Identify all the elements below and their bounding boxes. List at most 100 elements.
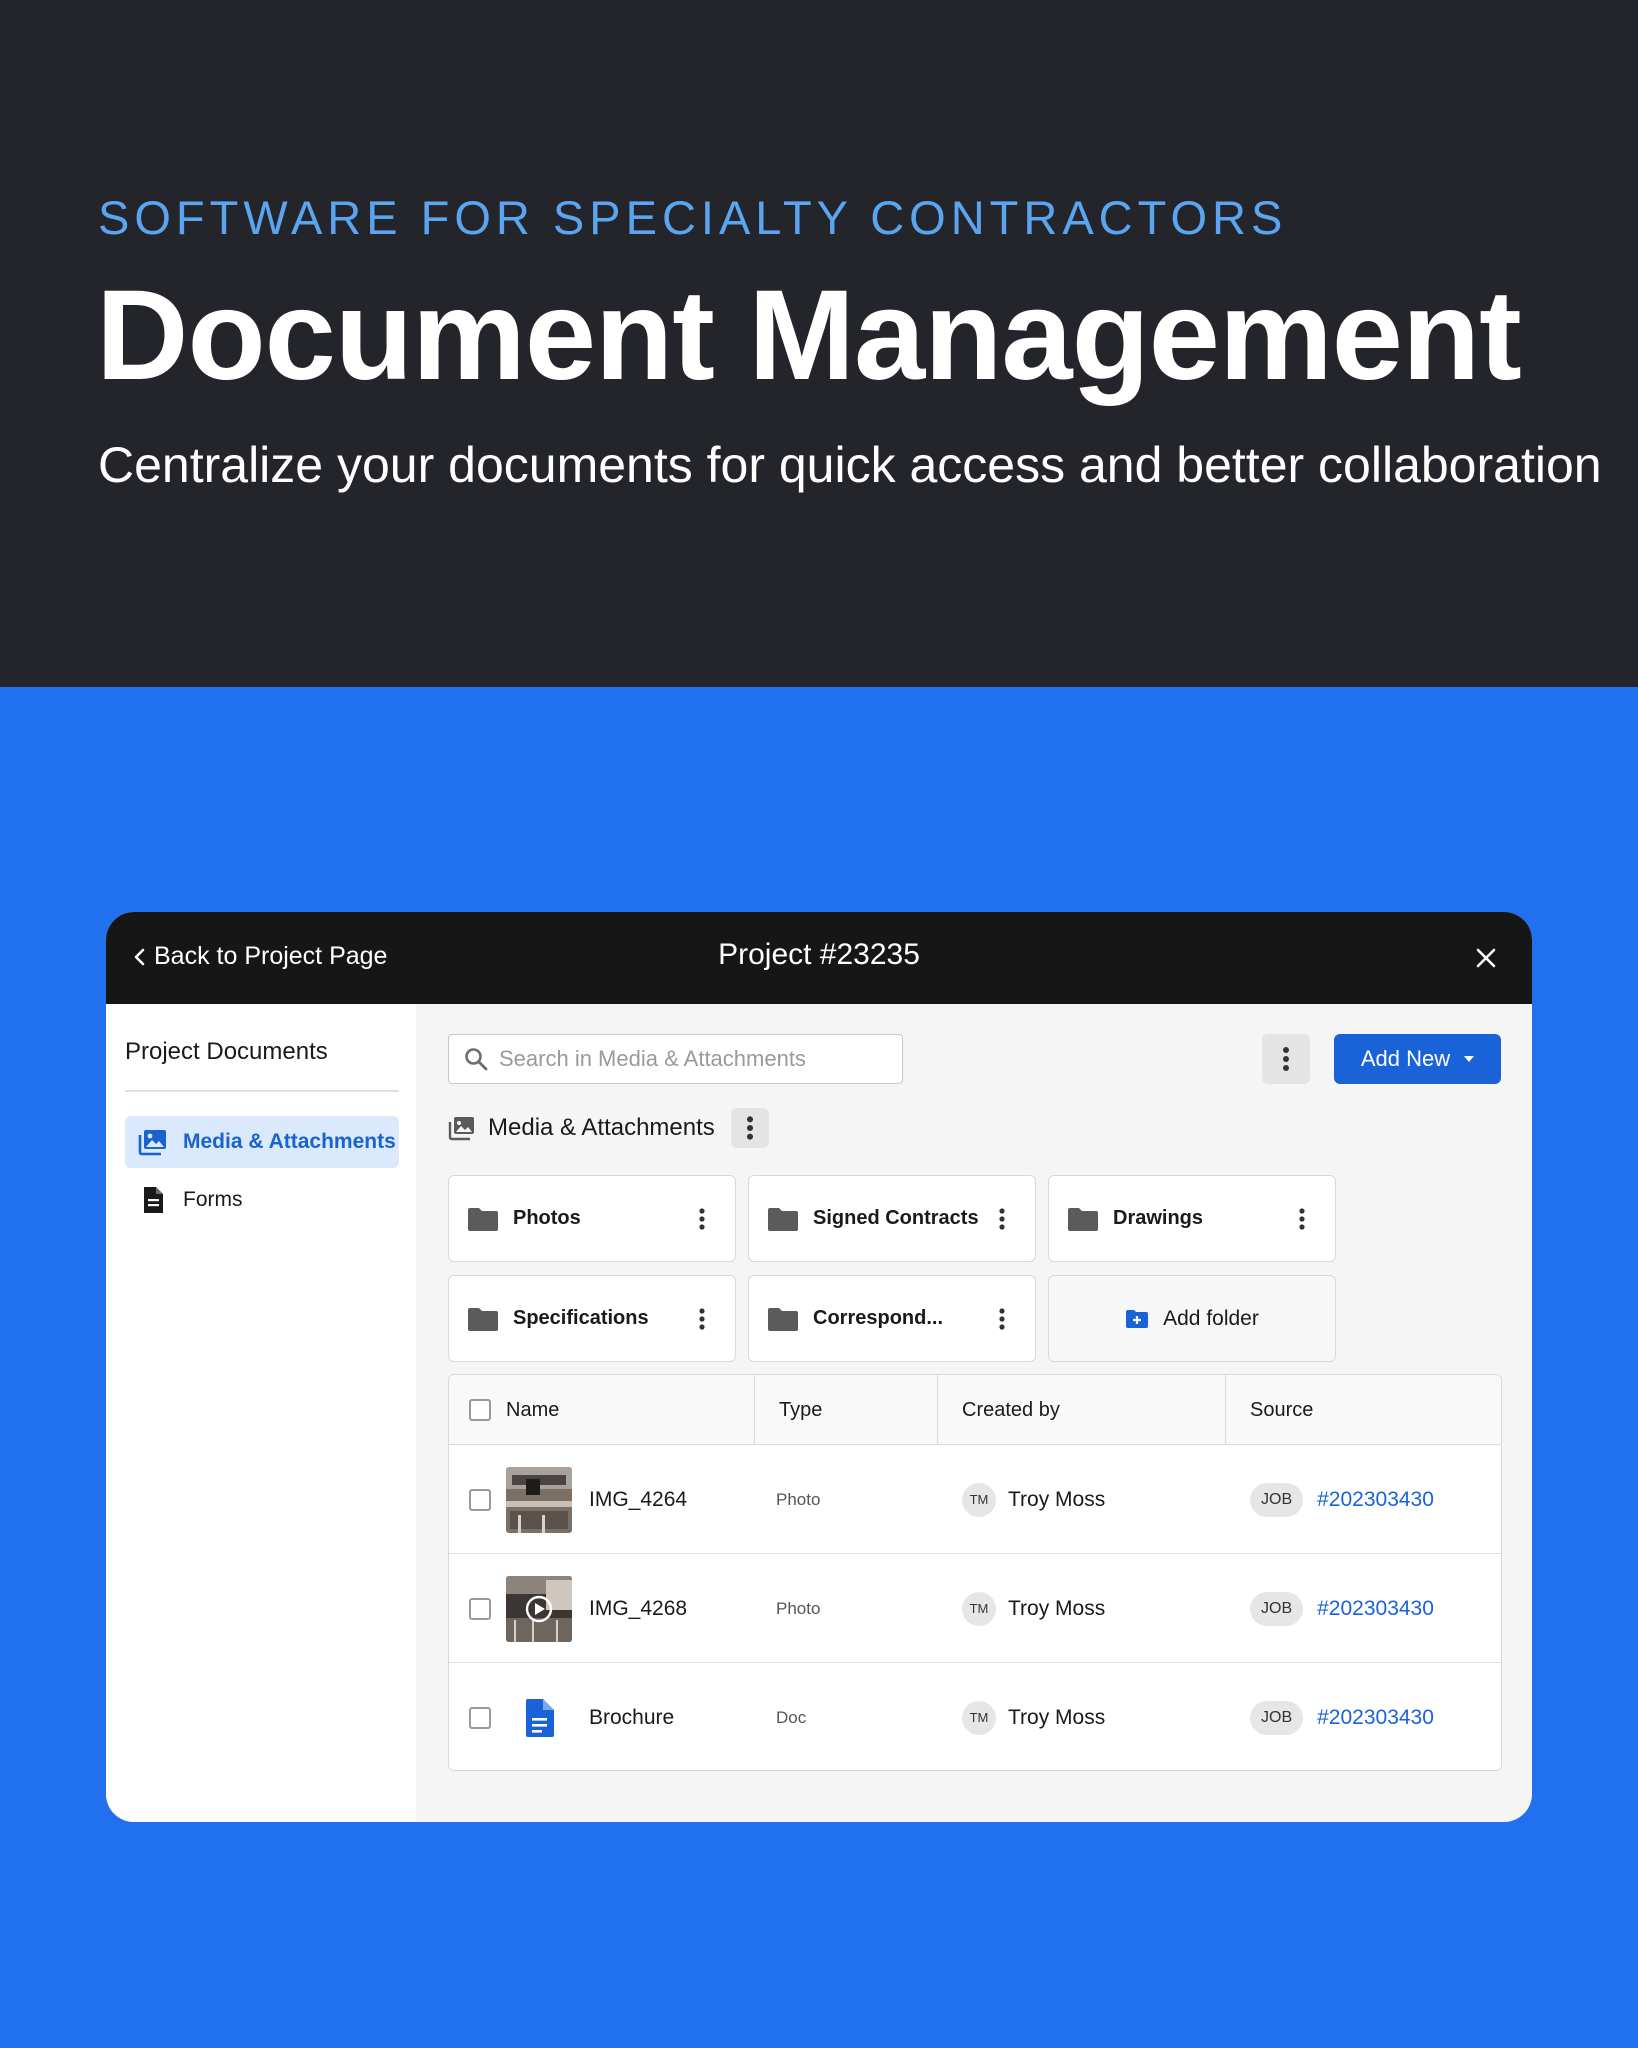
file-name[interactable]: IMG_4268 <box>589 1597 687 1621</box>
video-thumbnail <box>506 1575 572 1642</box>
file-type: Photo <box>776 1489 821 1509</box>
search-box <box>448 1034 903 1084</box>
folder-card[interactable]: Photos <box>448 1175 736 1262</box>
kebab-menu-icon <box>999 1207 1005 1230</box>
file-name[interactable]: IMG_4264 <box>589 1488 687 1512</box>
thumbnail-cell <box>506 1663 572 1770</box>
source-cell: JOB #202303430 <box>1250 1445 1434 1554</box>
file-type-cell: Photo <box>776 1445 820 1554</box>
column-header-source[interactable]: Source <box>1250 1375 1313 1445</box>
search-input[interactable] <box>499 1046 889 1072</box>
folder-name: Drawings <box>1113 1207 1204 1229</box>
section-options-button[interactable] <box>730 1108 769 1148</box>
add-folder-button[interactable]: Add folder <box>1048 1275 1336 1362</box>
hero-headline: Document Management <box>96 264 1522 407</box>
kebab-menu-icon <box>999 1307 1005 1330</box>
folder-icon <box>468 1207 498 1231</box>
sidebar-divider <box>125 1090 399 1092</box>
creator-cell: TM Troy Moss <box>962 1554 1105 1663</box>
close-icon[interactable] <box>1470 942 1502 974</box>
folder-icon <box>768 1207 798 1231</box>
table-header: Name Type Created by Source <box>449 1375 1501 1445</box>
sidebar-item-label: Media & Attachments <box>183 1130 396 1153</box>
table-row[interactable]: IMG_4264 Photo TM Troy Moss JOB #2023034… <box>449 1445 1501 1554</box>
add-folder-icon <box>1126 1309 1149 1328</box>
search-icon <box>465 1048 488 1071</box>
avatar: TM <box>962 1591 996 1626</box>
source-cell: JOB #202303430 <box>1250 1554 1434 1663</box>
window-topbar: Back to Project Page Project #23235 <box>106 912 1532 1004</box>
sidebar-item-media-attachments[interactable]: Media & Attachments <box>125 1116 399 1168</box>
file-name[interactable]: Brochure <box>589 1706 674 1730</box>
source-link[interactable]: #202303430 <box>1317 1706 1434 1730</box>
row-checkbox[interactable] <box>469 1597 491 1620</box>
kebab-menu-icon <box>1299 1207 1305 1230</box>
column-header-type[interactable]: Type <box>779 1375 822 1445</box>
thumbnail-cell <box>506 1554 572 1663</box>
section-title: Media & Attachments <box>488 1114 715 1141</box>
folder-card[interactable]: Signed Contracts <box>748 1175 1036 1262</box>
folder-menu-button[interactable] <box>987 1199 1017 1239</box>
folder-card[interactable]: Drawings <box>1048 1175 1336 1262</box>
avatar: TM <box>962 1482 996 1517</box>
row-select-cell <box>469 1663 491 1770</box>
column-divider <box>1225 1375 1226 1445</box>
folder-icon <box>1068 1207 1098 1231</box>
folder-menu-button[interactable] <box>1287 1199 1317 1239</box>
add-new-button[interactable]: Add New <box>1334 1034 1501 1084</box>
row-checkbox[interactable] <box>469 1706 491 1729</box>
column-header-created-by[interactable]: Created by <box>962 1375 1060 1445</box>
folder-name: Correspond... <box>813 1307 944 1329</box>
sidebar: Project Documents Media & Attachments Fo… <box>106 1004 416 1822</box>
hero-section: SOFTWARE FOR SPECIALTY CONTRACTORS Docum… <box>0 0 1638 687</box>
avatar: TM <box>962 1700 996 1735</box>
file-type-cell: Doc <box>776 1663 807 1770</box>
kebab-menu-icon <box>699 1207 705 1230</box>
folder-icon <box>468 1307 498 1331</box>
sidebar-item-forms[interactable]: Forms <box>125 1174 399 1226</box>
table-row[interactable]: Brochure Doc TM Troy Moss JOB #202303430 <box>449 1663 1501 1770</box>
hero-subhead: Centralize your documents for quick acce… <box>98 437 1602 493</box>
media-gallery-icon <box>138 1130 166 1156</box>
folder-menu-button[interactable] <box>687 1199 717 1239</box>
folder-name: Signed Contracts <box>813 1207 979 1229</box>
file-type-cell: Photo <box>776 1554 820 1663</box>
creator-cell: TM Troy Moss <box>962 1663 1106 1770</box>
document-icon <box>144 1187 163 1213</box>
doc-file-icon <box>526 1698 554 1737</box>
folder-icon <box>768 1307 798 1331</box>
table-row[interactable]: IMG_4268 Photo TM Troy Moss JOB #2023034… <box>449 1554 1501 1663</box>
creator-name: Troy Moss <box>1008 1705 1106 1729</box>
folder-menu-button[interactable] <box>687 1299 717 1339</box>
source-badge: JOB <box>1250 1591 1304 1626</box>
folder-card[interactable]: Correspond... <box>748 1275 1036 1362</box>
folder-card[interactable]: Specifications <box>448 1275 736 1362</box>
creator-cell: TM Troy Moss <box>962 1445 1105 1554</box>
row-select-cell <box>469 1445 491 1554</box>
media-gallery-icon <box>448 1117 474 1141</box>
file-type: Doc <box>776 1707 807 1727</box>
section-header: Media & Attachments <box>448 1108 769 1148</box>
window-title: Project #23235 <box>718 938 920 971</box>
sidebar-title: Project Documents <box>125 1038 328 1065</box>
creator-name: Troy Moss <box>1008 1596 1106 1620</box>
column-header-name[interactable]: Name <box>506 1375 559 1445</box>
hero-eyebrow: SOFTWARE FOR SPECIALTY CONTRACTORS <box>98 191 1288 244</box>
file-name-cell: IMG_4268 <box>589 1554 687 1663</box>
sidebar-item-label: Forms <box>183 1188 243 1211</box>
source-link[interactable]: #202303430 <box>1317 1488 1434 1512</box>
select-all-checkbox[interactable] <box>469 1399 491 1421</box>
column-divider <box>754 1375 755 1445</box>
source-badge: JOB <box>1250 1700 1304 1735</box>
add-new-label: Add New <box>1360 1046 1451 1071</box>
folder-name: Specifications <box>513 1307 649 1329</box>
source-link[interactable]: #202303430 <box>1317 1597 1434 1621</box>
main-content: Add New Media & Attachments Photos Signe… <box>416 1004 1532 1822</box>
column-divider <box>937 1375 938 1445</box>
kebab-menu-icon <box>699 1307 705 1330</box>
file-name-cell: IMG_4264 <box>589 1445 687 1554</box>
more-options-button[interactable] <box>1262 1034 1310 1084</box>
row-checkbox[interactable] <box>469 1488 491 1511</box>
folder-menu-button[interactable] <box>987 1299 1017 1339</box>
row-select-cell <box>469 1554 491 1663</box>
